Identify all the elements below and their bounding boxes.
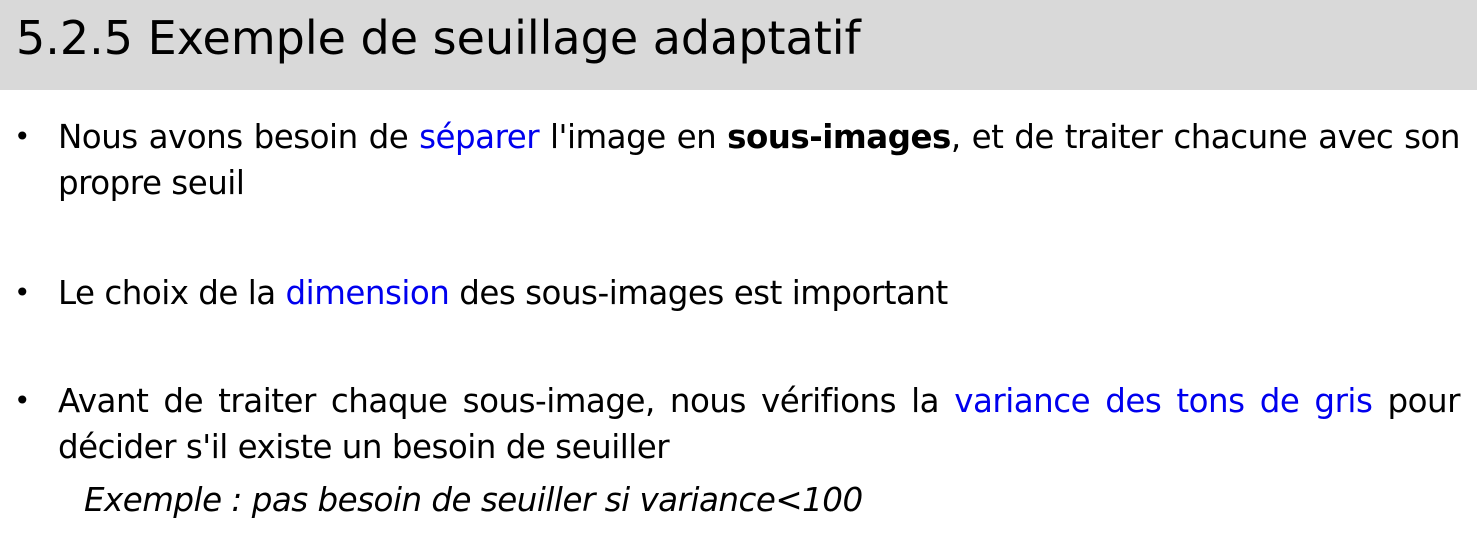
- bullet-1-bold: sous-images: [727, 118, 951, 156]
- bullet-3-highlight: variance des tons de gris: [954, 382, 1373, 420]
- bullet-1-highlight: séparer: [419, 118, 540, 156]
- bullet-1-text-a: Nous avons besoin de: [58, 118, 420, 156]
- bullet-2-text-a: Le choix de la: [58, 274, 286, 312]
- bullet-text-2: Le choix de la dimension des sous-images…: [58, 270, 1460, 316]
- bullet-1-text-b: l'image en: [539, 118, 728, 156]
- bullet-symbol: •: [14, 120, 31, 153]
- bullet-2-highlight: dimension: [285, 274, 450, 312]
- bullet-2-text-b: des sous-images est important: [449, 274, 948, 312]
- bullet-text-3: Avant de traiter chaque sous-image, nous…: [58, 378, 1460, 470]
- example-line: Exemple : pas besoin de seuiller si vari…: [84, 481, 863, 519]
- bullet-symbol: •: [14, 276, 31, 309]
- slide-title: 5.2.5 Exemple de seuillage adaptatif: [16, 11, 861, 65]
- bullet-text-1: Nous avons besoin de séparer l'image en …: [58, 114, 1461, 206]
- bullet-symbol: •: [14, 384, 31, 417]
- title-bar: 5.2.5 Exemple de seuillage adaptatif: [0, 0, 1477, 90]
- bullet-3-text-a: Avant de traiter chaque sous-image, nous…: [58, 382, 955, 420]
